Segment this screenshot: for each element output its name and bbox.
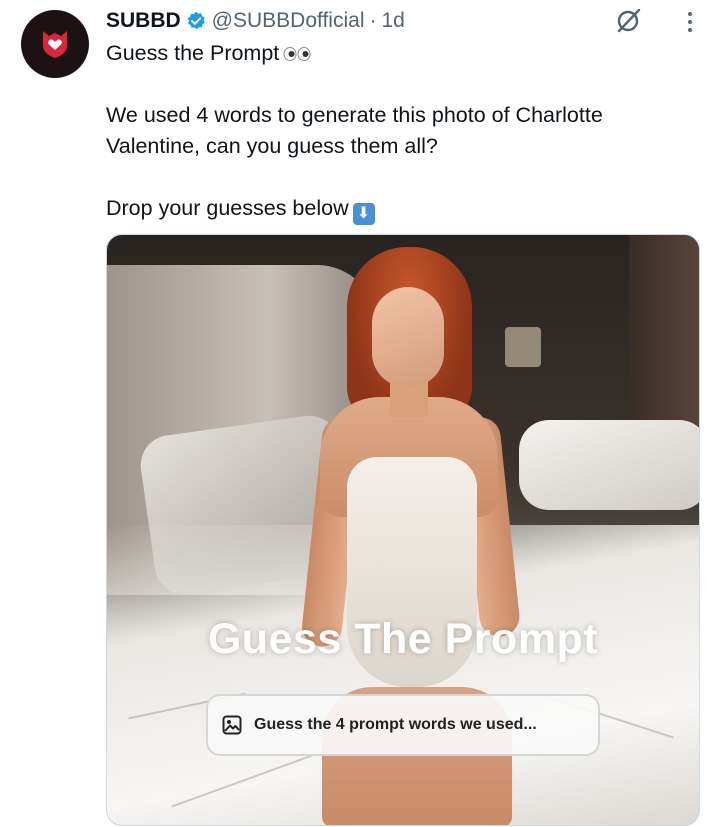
tweet-line-1: Guess the Prompt xyxy=(106,38,696,69)
author-name[interactable]: SUBBD xyxy=(106,9,181,33)
verified-badge-icon xyxy=(186,11,206,31)
post-time[interactable]: 1d xyxy=(382,9,405,33)
more-dots-icon[interactable] xyxy=(684,9,696,35)
curtain xyxy=(629,235,699,435)
pillow-right xyxy=(519,420,699,510)
tweet-line-2: We used 4 words to generate this photo o… xyxy=(106,103,603,158)
subbd-logo-icon xyxy=(43,31,67,58)
author-handle[interactable]: @SUBBDofficial xyxy=(212,9,365,33)
tweet-media-image[interactable]: Guess The Prompt Guess the 4 prompt word… xyxy=(106,234,700,826)
tweet-line-3: Drop your guesses below ⬇ xyxy=(106,193,696,225)
prompt-placeholder-text: Guess the 4 prompt words we used... xyxy=(254,716,537,733)
down-arrow-emoji: ⬇ xyxy=(352,202,375,225)
separator-dot: · xyxy=(369,9,377,32)
tweet-text: Guess the Prompt We used 4 words to gene… xyxy=(106,38,696,225)
overlay-title: Guess The Prompt xyxy=(207,615,599,663)
image-icon xyxy=(222,715,242,735)
tweet-header: SUBBD @SUBBDofficial · 1d xyxy=(106,6,700,36)
grok-icon[interactable] xyxy=(614,6,644,36)
prompt-input-box: Guess the 4 prompt words we used... xyxy=(206,694,600,756)
avatar[interactable] xyxy=(21,10,89,78)
eyes-emoji xyxy=(283,47,311,62)
